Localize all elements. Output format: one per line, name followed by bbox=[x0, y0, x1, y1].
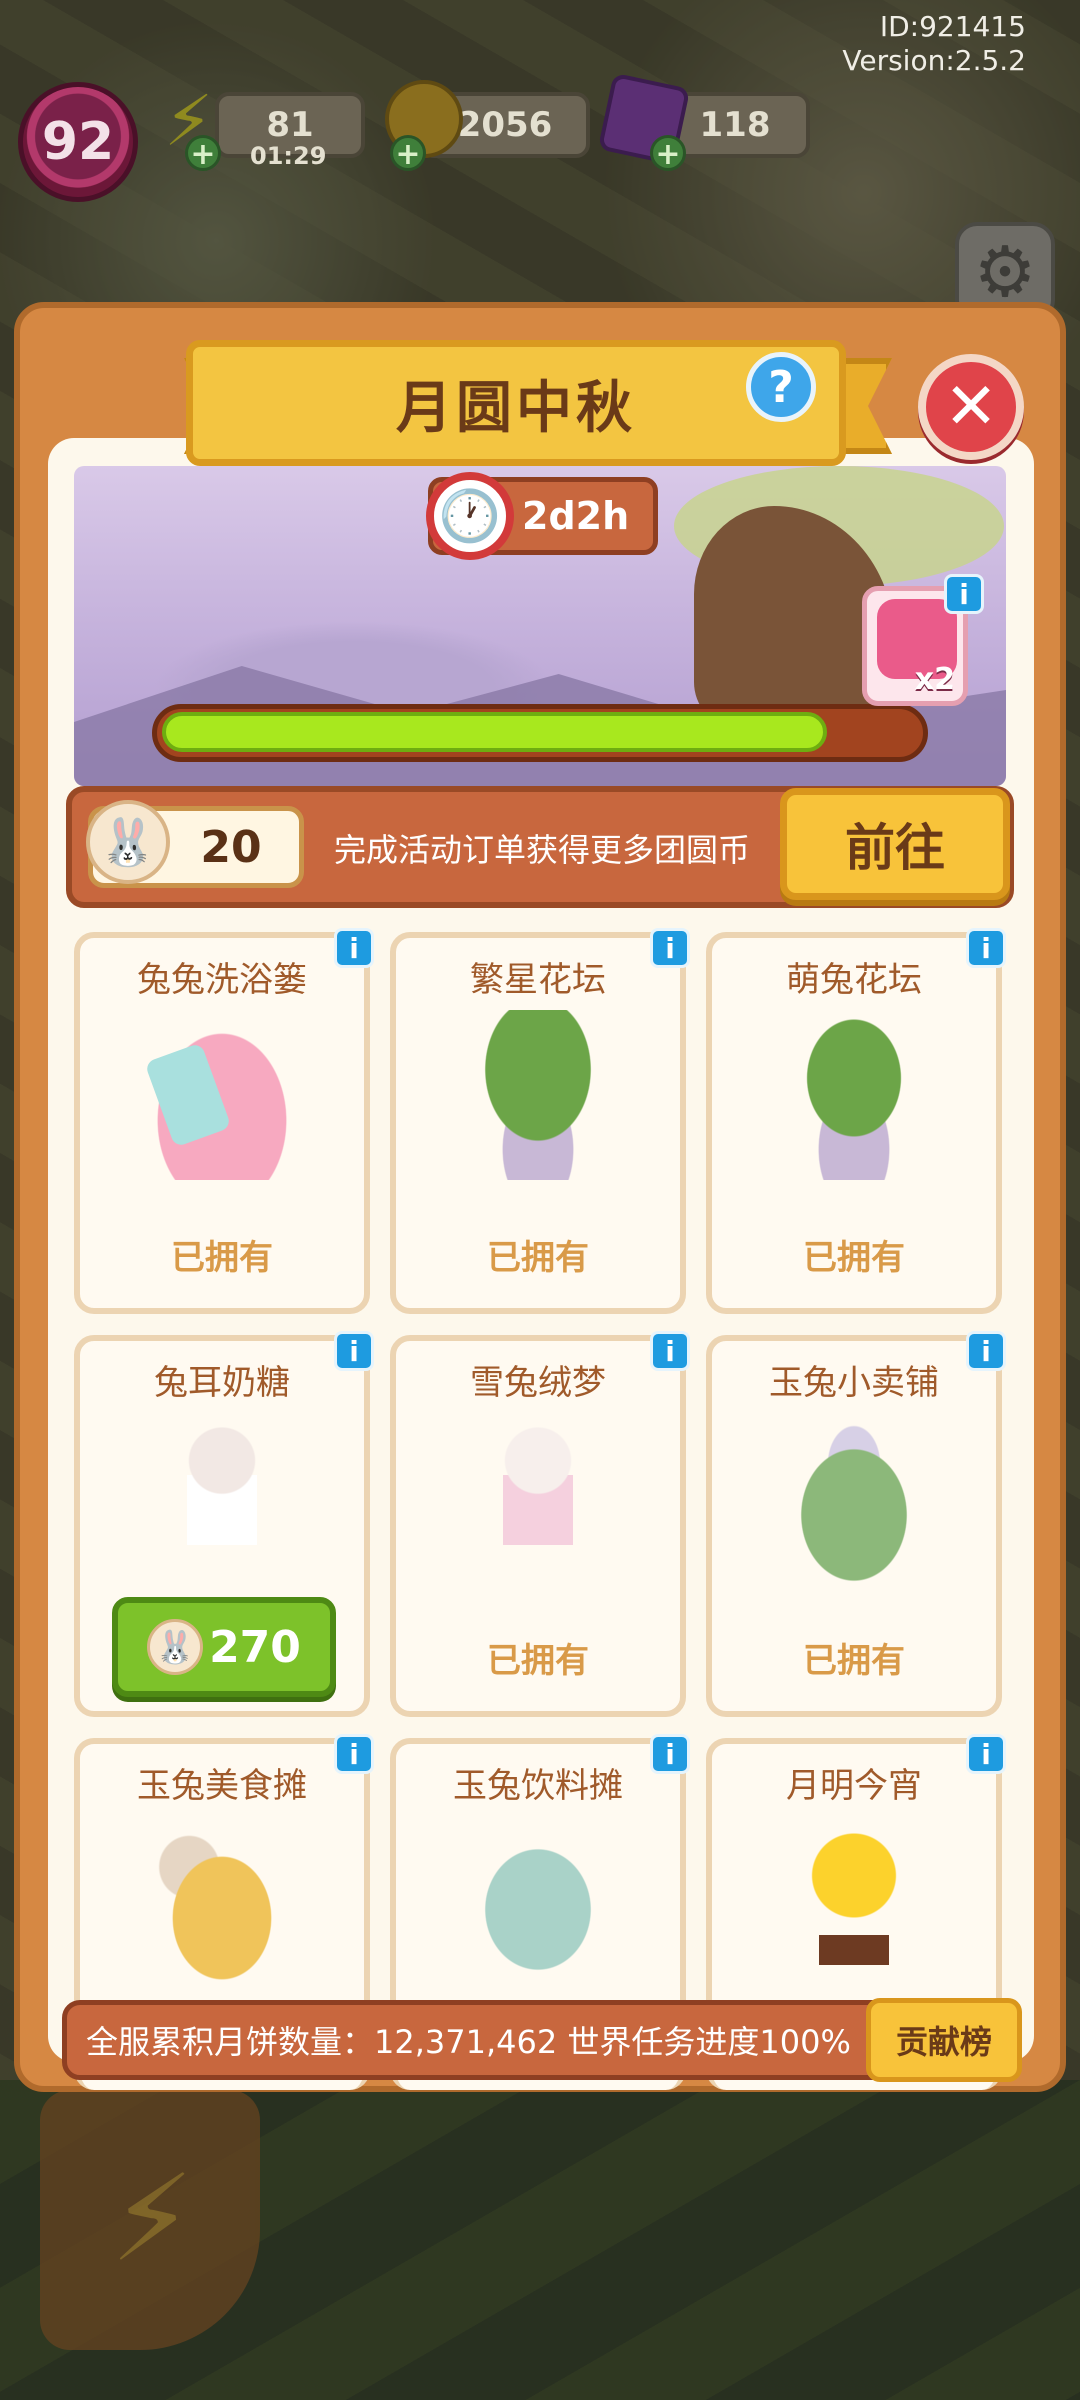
version-label: Version:2.5.2 bbox=[842, 44, 1026, 77]
shop-item-card[interactable]: 雪兔绒梦 i 已拥有 bbox=[390, 1331, 690, 1717]
bunny-coin-icon: 🐰 bbox=[86, 800, 170, 884]
item-price: 270 bbox=[209, 1621, 301, 1673]
item-info-icon[interactable]: i bbox=[650, 1734, 690, 1774]
top-hud: ID:921415 Version:2.5.2 92 81 + 01:29 20… bbox=[0, 0, 1080, 202]
contribution-rank-button[interactable]: 贡献榜 bbox=[866, 1998, 1022, 2082]
reward-info-icon[interactable]: i bbox=[944, 574, 984, 614]
energy-timer: 01:29 bbox=[250, 142, 327, 170]
item-owned-status: 已拥有 bbox=[487, 1641, 589, 1681]
item-owned-status: 已拥有 bbox=[487, 1238, 589, 1278]
energy-value: 81 bbox=[266, 105, 314, 145]
item-image bbox=[772, 1413, 936, 1583]
item-name: 玉兔饮料摊 bbox=[453, 1766, 623, 1806]
item-image bbox=[772, 1010, 936, 1180]
player-level: 92 bbox=[41, 112, 115, 172]
energy-building: ⚡ bbox=[40, 2090, 260, 2350]
item-info-icon[interactable]: i bbox=[966, 928, 1006, 968]
shop-item-card[interactable]: 繁星花坛 i 已拥有 bbox=[390, 928, 690, 1314]
item-name: 雪兔绒梦 bbox=[470, 1363, 606, 1403]
item-info-icon[interactable]: i bbox=[650, 928, 690, 968]
currency-hint: 完成活动订单获得更多团圆币 bbox=[334, 831, 751, 869]
item-owned-status: 已拥有 bbox=[171, 1238, 273, 1278]
event-title: 月圆中秋 bbox=[396, 375, 636, 441]
close-button[interactable]: ✕ bbox=[918, 354, 1024, 460]
item-image bbox=[456, 1010, 620, 1180]
item-name: 玉兔小卖铺 bbox=[769, 1363, 939, 1403]
item-image bbox=[456, 1413, 620, 1583]
go-button[interactable]: 前往 bbox=[780, 788, 1010, 900]
shop-item-card[interactable]: 兔耳奶糖 i 🐰 270 bbox=[74, 1331, 374, 1717]
add-coins-button[interactable]: + bbox=[390, 135, 426, 172]
add-energy-button[interactable]: + bbox=[185, 135, 221, 172]
coin-value: 2056 bbox=[457, 105, 553, 145]
item-name: 繁星花坛 bbox=[470, 960, 606, 1000]
player-id: ID:921415 bbox=[879, 10, 1026, 43]
item-info-icon[interactable]: i bbox=[334, 928, 374, 968]
item-info-icon[interactable]: i bbox=[334, 1734, 374, 1774]
shop-item-card[interactable]: 萌兔花坛 i 已拥有 bbox=[706, 928, 1006, 1314]
item-image bbox=[456, 1816, 620, 1986]
add-gems-button[interactable]: + bbox=[650, 135, 686, 172]
item-info-icon[interactable]: i bbox=[650, 1331, 690, 1371]
event-currency-amount: 20 bbox=[200, 821, 262, 873]
reward-multiplier: x2 bbox=[914, 662, 955, 697]
item-image bbox=[140, 1816, 304, 1986]
item-owned-status: 已拥有 bbox=[803, 1238, 905, 1278]
countdown-value: 2d2h bbox=[522, 494, 630, 538]
item-name: 兔耳奶糖 bbox=[154, 1363, 290, 1403]
item-name: 兔兔洗浴篓 bbox=[137, 960, 307, 1000]
bunny-coin-icon: 🐰 bbox=[147, 1619, 204, 1675]
item-info-icon[interactable]: i bbox=[334, 1331, 374, 1371]
lightning-icon: ⚡ bbox=[110, 2150, 195, 2289]
item-owned-status: 已拥有 bbox=[803, 1641, 905, 1681]
item-image bbox=[140, 1010, 304, 1180]
help-button[interactable]: ? bbox=[746, 352, 816, 422]
item-info-icon[interactable]: i bbox=[966, 1331, 1006, 1371]
item-name: 月明今宵 bbox=[786, 1766, 922, 1806]
item-image bbox=[772, 1816, 936, 1986]
shop-item-card[interactable]: 玉兔小卖铺 i 已拥有 bbox=[706, 1331, 1006, 1717]
item-image bbox=[140, 1413, 304, 1583]
build-info: ID:921415 Version:2.5.2 bbox=[842, 10, 1026, 78]
server-progress-text: 全服累积月饼数量：12,371,462 世界任务进度100% bbox=[86, 2023, 851, 2061]
item-name: 玉兔美食摊 bbox=[137, 1766, 307, 1806]
item-info-icon[interactable]: i bbox=[966, 1734, 1006, 1774]
player-level-badge[interactable]: 92 bbox=[18, 82, 138, 202]
buy-button[interactable]: 🐰 270 bbox=[112, 1597, 336, 1697]
item-name: 萌兔花坛 bbox=[786, 960, 922, 1000]
clock-icon: 🕐 bbox=[426, 472, 514, 560]
gem-value: 118 bbox=[699, 105, 771, 145]
event-progress-fill bbox=[162, 712, 827, 752]
shop-item-card[interactable]: 兔兔洗浴篓 i 已拥有 bbox=[74, 928, 374, 1314]
